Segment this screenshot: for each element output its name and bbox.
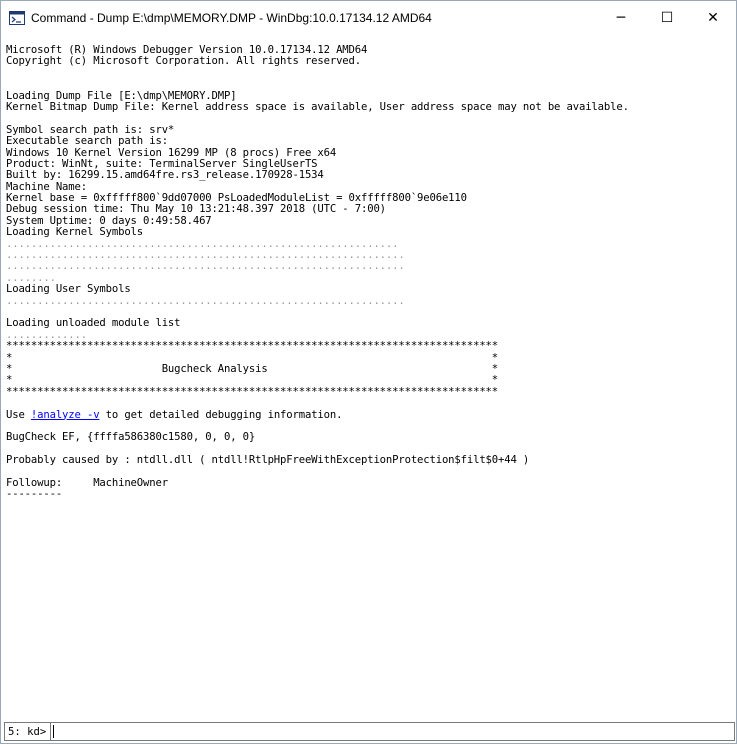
bugcheck-box-line: ****************************************… bbox=[6, 340, 499, 353]
windbg-command-window: Command - Dump E:\dmp\MEMORY.DMP - WinDb… bbox=[0, 0, 737, 744]
debugger-output-pane[interactable]: Microsoft (R) Windows Debugger Version 1… bbox=[6, 45, 732, 717]
output-line: Loading User Symbols bbox=[6, 283, 131, 296]
minimize-icon: ─ bbox=[616, 9, 626, 26]
command-window-icon bbox=[9, 10, 25, 26]
maximize-icon: ☐ bbox=[660, 9, 674, 26]
analyze-hint-prefix: Use bbox=[6, 408, 31, 421]
minimize-button[interactable]: ─ bbox=[598, 1, 644, 34]
progress-dots: ........................................… bbox=[6, 260, 405, 273]
close-icon: ✕ bbox=[707, 9, 719, 26]
bugcheck-box-line: * * bbox=[6, 374, 499, 387]
output-line: Loading Kernel Symbols bbox=[6, 226, 144, 239]
analyze-hint-line: Use !analyze -v to get detailed debuggin… bbox=[6, 408, 732, 421]
maximize-button[interactable]: ☐ bbox=[644, 1, 690, 34]
followup-line: Followup: MachineOwner bbox=[6, 476, 168, 489]
analyze-v-link[interactable]: !analyze -v bbox=[31, 409, 100, 421]
window-title: Command - Dump E:\dmp\MEMORY.DMP - WinDb… bbox=[31, 10, 432, 25]
output-line: Loading unloaded module list bbox=[6, 317, 181, 330]
probably-caused-by: Probably caused by : ntdll.dll ( ntdll!R… bbox=[6, 454, 530, 467]
command-input[interactable] bbox=[54, 723, 734, 740]
progress-dots: ........................................… bbox=[6, 294, 405, 307]
title-bar[interactable]: Command - Dump E:\dmp\MEMORY.DMP - WinDb… bbox=[1, 1, 736, 34]
output-line: Built by: 16299.15.amd64fre.rs3_release.… bbox=[6, 169, 324, 182]
close-button[interactable]: ✕ bbox=[690, 1, 736, 34]
output-line: Kernel Bitmap Dump File: Kernel address … bbox=[6, 100, 629, 113]
command-prompt: 5: kd> bbox=[5, 723, 52, 740]
bugcheck-box-line: ****************************************… bbox=[6, 385, 499, 398]
command-bar: 5: kd> bbox=[4, 722, 735, 741]
bugcheck-code: BugCheck EF, {ffffa586380c1580, 0, 0, 0} bbox=[6, 431, 256, 444]
output-line: Copyright (c) Microsoft Corporation. All… bbox=[6, 55, 361, 68]
separator-line: --------- bbox=[6, 488, 63, 501]
output-line: Executable search path is: bbox=[6, 135, 168, 148]
analyze-hint-suffix: to get detailed debugging information. bbox=[99, 408, 343, 421]
